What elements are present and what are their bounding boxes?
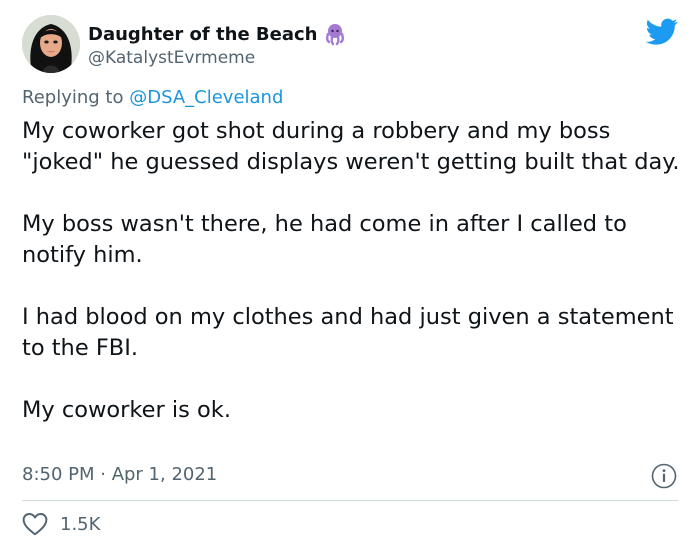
tweet-paragraph: My coworker is ok. xyxy=(22,397,231,423)
info-icon[interactable] xyxy=(651,463,677,489)
tweet-text: My coworker got shot during a robbery an… xyxy=(22,116,684,426)
like-count: 1.5K xyxy=(60,513,101,535)
reply-mention-link[interactable]: @DSA_Cleveland xyxy=(129,87,283,108)
author-handle[interactable]: @KatalystEvrmeme xyxy=(88,48,255,68)
octopus-emoji-icon xyxy=(326,24,345,46)
tweet-paragraph: My boss wasn't there, he had come in aft… xyxy=(22,211,627,268)
twitter-bird-icon[interactable] xyxy=(646,18,678,46)
tweet-paragraph: I had blood on my clothes and had just g… xyxy=(22,304,674,361)
profile-avatar[interactable] xyxy=(22,15,80,73)
divider xyxy=(22,500,678,501)
reply-context: Replying to @DSA_Cleveland xyxy=(22,87,283,108)
tweet-card: Daughter of the Beach @KatalystEvrmeme R… xyxy=(0,0,700,555)
heart-icon xyxy=(22,513,48,536)
tweet-paragraph: My coworker got shot during a robbery an… xyxy=(22,118,680,175)
display-name-text: Daughter of the Beach xyxy=(88,23,318,45)
tweet-timestamp[interactable]: 8:50 PM · Apr 1, 2021 xyxy=(22,464,217,485)
reply-prefix: Replying to xyxy=(22,87,124,108)
like-button[interactable]: 1.5K xyxy=(22,512,100,536)
avatar-image xyxy=(22,15,80,73)
display-name[interactable]: Daughter of the Beach xyxy=(88,22,347,46)
